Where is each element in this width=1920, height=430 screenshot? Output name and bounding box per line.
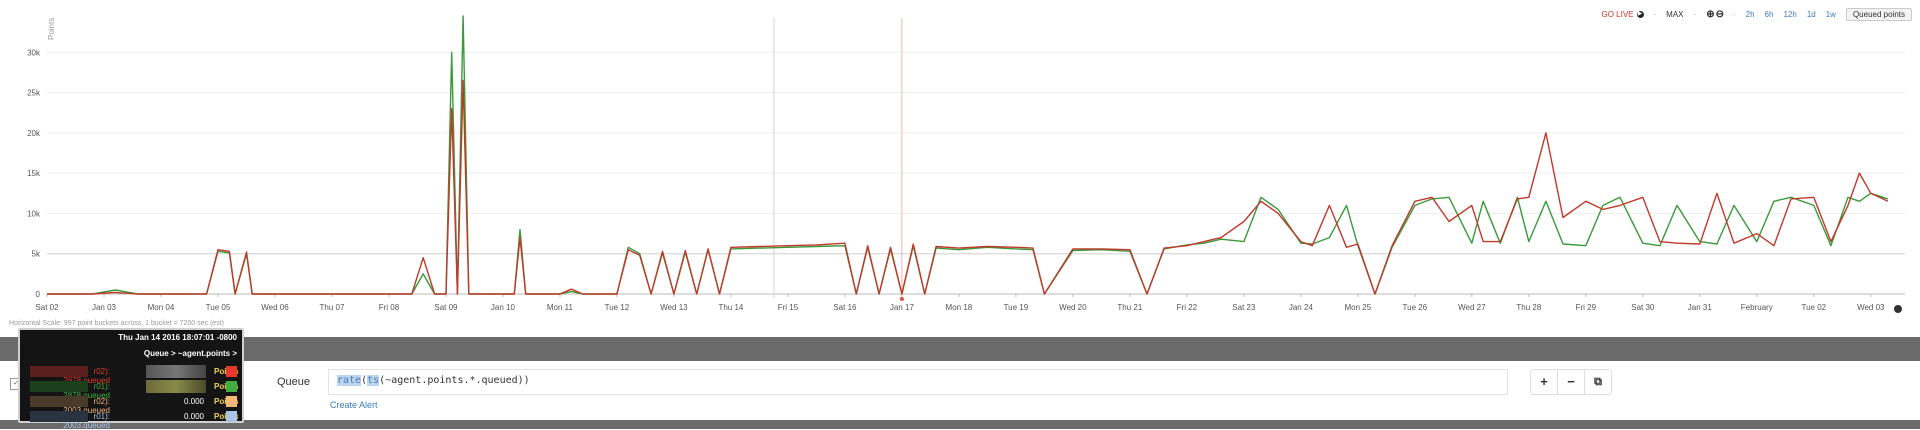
tooltip-swatch (226, 411, 237, 422)
hover-tooltip: Thu Jan 14 2016 18:07:01 -0800 Queue > ~… (18, 328, 244, 430)
x-tick-label: Jan 03 (92, 303, 117, 312)
y-tick-label: 15k (27, 169, 41, 178)
x-tick-label: Thu 28 (1516, 303, 1541, 312)
x-tick-label: Wed 03 (1857, 303, 1885, 312)
tooltip-row: r01): 2003.queued 0.000 Points (20, 409, 242, 430)
x-tick-label: Jan 10 (491, 303, 516, 312)
tooltip-swatch (226, 381, 237, 392)
x-tick-label: Jan 17 (890, 303, 915, 312)
x-tick-label: Mon 18 (946, 303, 973, 312)
query-footer-band (0, 420, 1920, 429)
y-tick-label: 30k (27, 48, 41, 57)
time-marker-dot (899, 297, 904, 301)
query-name[interactable]: Queue (277, 376, 310, 388)
line-chart[interactable]: 0 5k 10k 15k 20k 25k 30k Sat 02 Jan 03 Mon 04 Tue… (0, 0, 1920, 330)
tooltip-value: 0.000 (183, 397, 204, 406)
time-markers (773, 18, 904, 301)
x-tick-label: Tue 05 (206, 303, 231, 312)
tooltip-row: r01): 2878.queued Points (20, 379, 242, 400)
query-text: rate(ts(~agent.points.*.queued)) (337, 375, 530, 386)
x-tick-label: Tue 02 (1802, 303, 1827, 312)
tooltip-timestamp: Thu Jan 14 2016 18:07:01 -0800 (118, 333, 237, 342)
tooltip-swatch (226, 366, 237, 377)
x-tick-label: February (1741, 303, 1773, 312)
query-input[interactable]: rate(ts(~agent.points.*.queued)) (328, 369, 1508, 395)
x-tick-label: Tue 19 (1004, 303, 1029, 312)
x-tick-label: Tue 12 (605, 303, 630, 312)
x-tick-label: Wed 06 (261, 303, 289, 312)
x-tick-label: Thu 07 (320, 303, 345, 312)
tooltip-value-blur (146, 380, 206, 393)
tooltip-value: 0.000 (183, 412, 204, 421)
query-rest: (~agent.points.*.queued)) (379, 375, 530, 386)
horizontal-scale-note: Horizontal Scale: 997 point buckets acro… (9, 320, 224, 327)
create-alert-link[interactable]: Create Alert (330, 400, 378, 410)
chart-grid (47, 51, 1905, 295)
x-tick-label: Sat 23 (1232, 303, 1256, 312)
query-header-band (0, 337, 1920, 361)
y-tick-label: 25k (27, 89, 41, 98)
x-tick-label: Sat 02 (35, 303, 59, 312)
x-tick-label: Mon 11 (547, 303, 574, 312)
x-tick-label: Fri 22 (1177, 303, 1198, 312)
x-tick-label: Fri 29 (1576, 303, 1597, 312)
tooltip-value-blur (146, 365, 206, 378)
series-line[interactable] (47, 79, 1889, 295)
x-tick-label: Sat 09 (434, 303, 458, 312)
y-axis-label: Points (47, 18, 56, 40)
info-icon[interactable] (1894, 305, 1902, 313)
y-tick-label: 20k (27, 129, 41, 138)
x-tick-label: Mon 25 (1345, 303, 1372, 312)
x-tick-label: Thu 21 (1117, 303, 1142, 312)
x-axis-ticks: Sat 02 Jan 03 Mon 04 Tue 05 Wed 06 Thu 07 Fri … (35, 294, 1885, 312)
series-line[interactable] (47, 15, 1889, 295)
tooltip-query-path: Queue > ~agent.points > (143, 349, 237, 358)
tooltip-row: r02): 2878.queued Points (20, 364, 242, 385)
y-tick-label: 5k (32, 250, 41, 259)
query-actions: + − ⧉ (1530, 369, 1612, 395)
remove-query-button[interactable]: − (1558, 370, 1585, 394)
x-tick-label: Sat 16 (833, 303, 857, 312)
x-tick-label: Thu 14 (718, 303, 743, 312)
add-query-button[interactable]: + (1531, 370, 1558, 394)
x-tick-label: Fri 08 (379, 303, 400, 312)
x-tick-label: Wed 13 (660, 303, 688, 312)
y-tick-label: 0 (36, 290, 41, 299)
tooltip-swatch (226, 396, 237, 407)
query-func: rate (337, 375, 362, 386)
x-tick-label: Sat 30 (1631, 303, 1655, 312)
x-tick-label: Mon 04 (148, 303, 175, 312)
x-tick-label: Tue 26 (1403, 303, 1428, 312)
copy-query-button[interactable]: ⧉ (1585, 370, 1611, 394)
tooltip-metric: r01): 2003.queued (63, 412, 110, 430)
y-axis-ticks: 0 5k 10k 15k 20k 25k 30k (27, 48, 41, 299)
x-tick-label: Jan 24 (1289, 303, 1314, 312)
x-tick-label: Jan 31 (1688, 303, 1713, 312)
series-lines (47, 15, 1889, 295)
y-tick-label: 10k (27, 209, 41, 218)
x-tick-label: Wed 27 (1458, 303, 1486, 312)
x-tick-label: Wed 20 (1059, 303, 1087, 312)
tooltip-row: r02): 2003.queued 0.000 Points (20, 394, 242, 415)
x-tick-label: Fri 15 (778, 303, 799, 312)
query-ts: ts (367, 375, 380, 386)
query-row: ✓ Queue rate(ts(~agent.points.*.queued))… (0, 361, 1920, 420)
